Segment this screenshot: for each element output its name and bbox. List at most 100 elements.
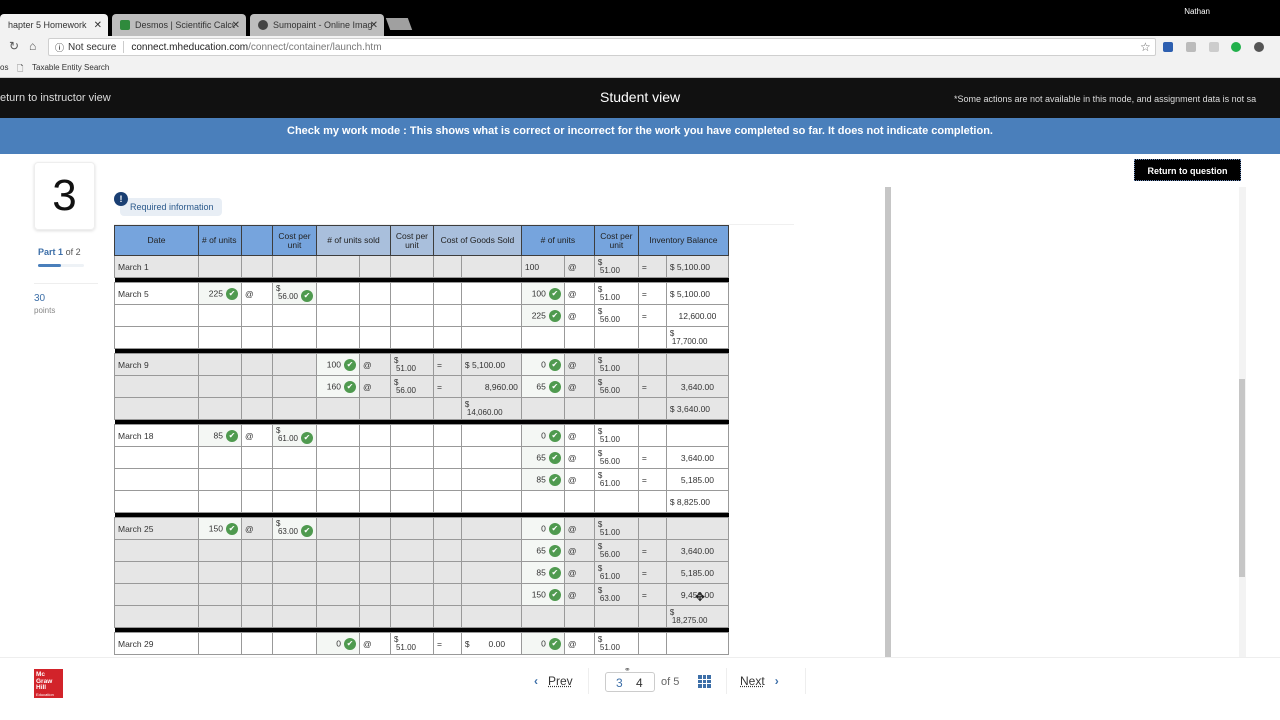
purchase-units-input[interactable]: 85 ✔ — [197, 424, 242, 447]
purchase-units-input[interactable] — [197, 326, 242, 349]
purchase-units-input[interactable] — [197, 375, 242, 398]
purchase-cost-input[interactable]: $63.00 ✔ — [271, 517, 317, 540]
inventory-balance-cell[interactable]: $ 3,640.00 — [665, 397, 729, 420]
purchase-units-input[interactable] — [197, 490, 242, 513]
inventory-balance-cell[interactable] — [665, 353, 729, 376]
balance-cost-cell[interactable] — [593, 397, 639, 420]
cogs-total-cell[interactable] — [460, 605, 522, 628]
cogs-total-cell[interactable] — [460, 255, 522, 278]
sold-cost-cell[interactable] — [389, 304, 434, 327]
purchase-units-input[interactable]: 150 ✔ — [197, 517, 242, 540]
purchase-cost-input[interactable]: $56.00 ✔ — [271, 282, 317, 305]
balance-cost-cell[interactable]: $51.00 — [593, 353, 639, 376]
panel-scrollbar[interactable] — [1239, 187, 1246, 657]
sold-units-input[interactable] — [315, 304, 360, 327]
sold-units-input[interactable] — [315, 539, 360, 562]
new-tab-button[interactable] — [385, 18, 413, 30]
purchase-cost-input[interactable] — [271, 304, 317, 327]
sold-cost-cell[interactable] — [389, 490, 434, 513]
content-scrollbar[interactable] — [885, 187, 891, 657]
cogs-total-cell[interactable] — [460, 282, 522, 305]
sold-units-input[interactable] — [315, 490, 360, 513]
purchase-units-input[interactable] — [197, 583, 242, 606]
inventory-balance-cell[interactable] — [665, 632, 729, 655]
balance-units-input[interactable]: 0 ✔ — [520, 353, 565, 376]
inventory-balance-cell[interactable] — [665, 517, 729, 540]
inventory-balance-cell[interactable]: 5,185.00 — [665, 468, 729, 491]
inventory-balance-cell[interactable]: 3,640.00 — [665, 375, 729, 398]
sold-cost-cell[interactable] — [389, 561, 434, 584]
sold-cost-cell[interactable] — [389, 446, 434, 469]
home-icon[interactable]: ⌂ — [29, 39, 36, 53]
scrollbar-thumb[interactable] — [1239, 379, 1245, 577]
purchase-units-input[interactable] — [197, 561, 242, 584]
balance-units-input[interactable]: 0 ✔ — [520, 632, 565, 655]
sumopaint-extension-icon[interactable] — [1254, 42, 1264, 52]
sold-cost-cell[interactable]: $56.00 — [389, 375, 434, 398]
balance-cost-cell[interactable]: $51.00 — [593, 424, 639, 447]
prev-button[interactable]: ‹ Prev — [534, 674, 573, 688]
purchase-cost-input[interactable] — [271, 326, 317, 349]
current-page[interactable]: 3 — [616, 676, 623, 690]
balance-cost-cell[interactable]: $63.00 — [593, 583, 639, 606]
purchase-units-input[interactable] — [197, 605, 242, 628]
balance-units-input[interactable] — [520, 490, 565, 513]
balance-units-input[interactable]: 0 ✔ — [520, 517, 565, 540]
grid-view-icon[interactable] — [698, 675, 711, 688]
sold-cost-cell[interactable] — [389, 539, 434, 562]
cogs-total-cell[interactable] — [460, 424, 522, 447]
purchase-cost-input[interactable] — [271, 375, 317, 398]
sold-cost-cell[interactable] — [389, 517, 434, 540]
balance-units-input[interactable]: 65 ✔ — [520, 375, 565, 398]
inventory-balance-cell[interactable]: $17,700.00 — [665, 326, 729, 349]
purchase-units-input[interactable] — [197, 632, 242, 655]
sold-cost-cell[interactable] — [389, 605, 434, 628]
cogs-total-cell[interactable] — [460, 446, 522, 469]
sold-cost-cell[interactable]: $51.00 — [389, 632, 434, 655]
cogs-total-cell[interactable]: $ 0.00 — [460, 632, 522, 655]
balance-cost-cell[interactable]: $61.00 — [593, 561, 639, 584]
sold-cost-cell[interactable] — [389, 255, 434, 278]
purchase-cost-input[interactable] — [271, 446, 317, 469]
balance-cost-cell[interactable] — [593, 490, 639, 513]
sold-cost-cell[interactable] — [389, 326, 434, 349]
profile-name[interactable]: Nathan — [1184, 7, 1210, 16]
purchase-units-input[interactable] — [197, 304, 242, 327]
purchase-cost-input[interactable] — [271, 539, 317, 562]
sold-cost-cell[interactable] — [389, 583, 434, 606]
cogs-total-cell[interactable] — [460, 490, 522, 513]
sold-cost-cell[interactable] — [389, 282, 434, 305]
bookmark-apps[interactable]: os — [0, 63, 8, 72]
cogs-total-cell[interactable] — [460, 539, 522, 562]
tab-desmos[interactable]: Desmos | Scientific Calcu ✕ — [112, 14, 246, 36]
sold-units-input[interactable] — [315, 446, 360, 469]
cogs-total-cell[interactable] — [460, 468, 522, 491]
balance-cost-cell[interactable]: $51.00 — [593, 255, 639, 278]
balance-units-input[interactable] — [520, 326, 565, 349]
bookmark-star-icon[interactable]: ☆ — [1140, 40, 1151, 54]
sold-units-input[interactable]: 160 ✔ — [315, 375, 360, 398]
purchase-cost-input[interactable] — [271, 490, 317, 513]
sold-units-input[interactable] — [315, 282, 360, 305]
inventory-balance-cell[interactable]: $ 5,100.00 — [665, 255, 729, 278]
inventory-balance-cell[interactable]: 5,185.00 — [665, 561, 729, 584]
balance-units-input[interactable]: 150 ✔ — [520, 583, 565, 606]
sold-units-input[interactable] — [315, 326, 360, 349]
cogs-total-cell[interactable] — [460, 517, 522, 540]
purchase-cost-input[interactable] — [271, 561, 317, 584]
tab-sumopaint[interactable]: Sumopaint - Online Imag ✕ — [250, 14, 384, 36]
sold-units-input[interactable] — [315, 605, 360, 628]
balance-cost-cell[interactable]: $61.00 — [593, 468, 639, 491]
purchase-cost-input[interactable] — [271, 353, 317, 376]
cogs-total-cell[interactable]: 8,960.00 — [460, 375, 522, 398]
balance-units-input[interactable]: 85 ✔ — [520, 468, 565, 491]
purchase-units-input[interactable] — [197, 255, 242, 278]
balance-cost-cell[interactable]: $51.00 — [593, 282, 639, 305]
bookmark-taxable-entity[interactable]: Taxable Entity Search — [32, 63, 109, 72]
extension-bookmark-icon[interactable] — [1163, 42, 1173, 52]
extension-k-icon[interactable] — [1186, 42, 1196, 52]
sold-units-input[interactable] — [315, 583, 360, 606]
sold-cost-cell[interactable]: $51.00 — [389, 353, 434, 376]
sold-units-input[interactable]: 0 ✔ — [315, 632, 360, 655]
balance-cost-cell[interactable]: $56.00 — [593, 446, 639, 469]
